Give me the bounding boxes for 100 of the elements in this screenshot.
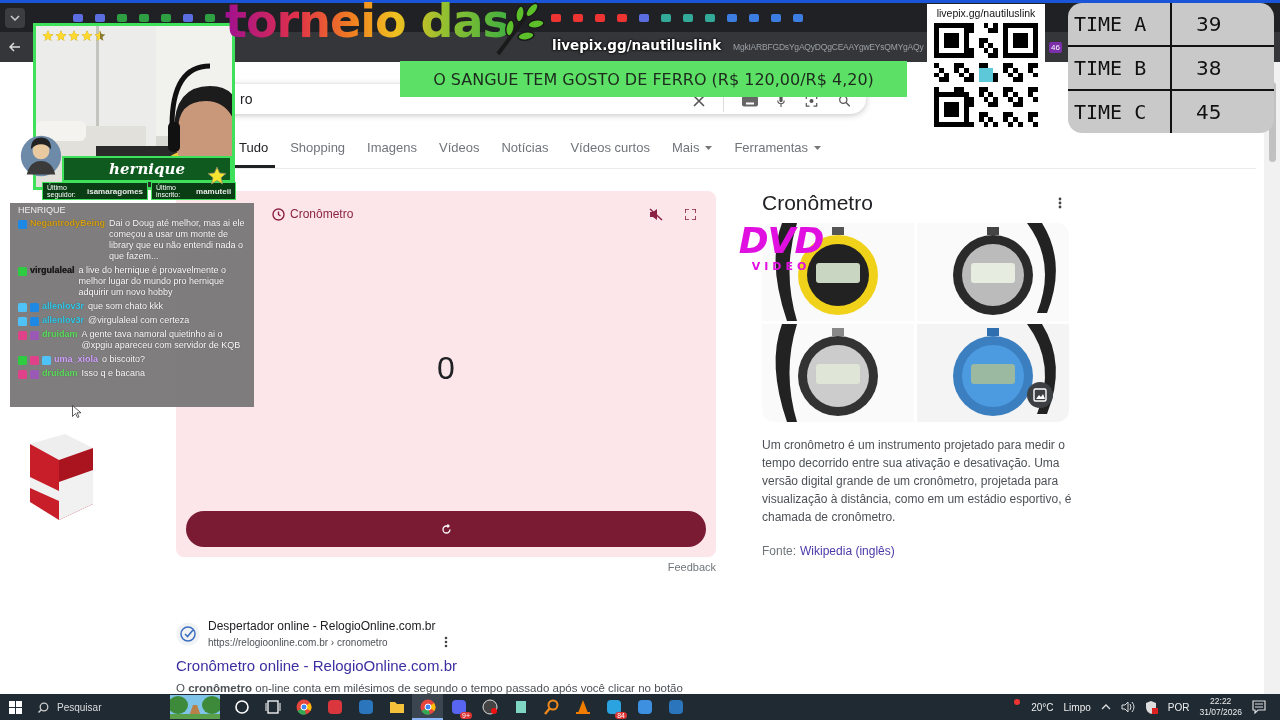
- language-indicator[interactable]: POR: [1167, 701, 1190, 713]
- weather-text[interactable]: Limpo: [1063, 701, 1091, 713]
- result-link[interactable]: Cronômetro online - RelogioOnline.com.br: [176, 657, 1264, 674]
- bookmark-icon[interactable]: [771, 13, 781, 22]
- panel-title: Cronômetro: [762, 191, 873, 215]
- bookmark-icon[interactable]: [639, 13, 649, 22]
- reset-icon: [440, 523, 452, 535]
- bookmark-icon[interactable]: [595, 13, 605, 22]
- chat-username: NegantrodyBeing: [30, 218, 105, 229]
- bookmark-icon[interactable]: [161, 13, 171, 22]
- feedback-link[interactable]: Feedback: [667, 561, 716, 573]
- donation-goal-banner: O SANGUE TEM GOSTO DE FERRO (R$ 120,00/R$ 4,20): [400, 61, 907, 97]
- search-icon[interactable]: [837, 95, 852, 107]
- windows-icon[interactable]: [9, 700, 22, 714]
- cursor-icon: [72, 405, 81, 418]
- speaker-icon[interactable]: [1120, 701, 1135, 713]
- tab-list-button[interactable]: [5, 7, 25, 28]
- more-icon[interactable]: [443, 636, 448, 648]
- chat-message: @virgulaleal com certeza: [88, 315, 191, 326]
- caret-icon: [814, 145, 822, 150]
- chat-username: uma_xiola: [54, 354, 99, 365]
- avatar-icon: [20, 134, 62, 178]
- close-icon[interactable]: [693, 95, 705, 107]
- bookmark-icon[interactable]: [183, 13, 193, 22]
- extension-badge[interactable]: 46: [1049, 41, 1062, 53]
- chat-header: HENRIQUE: [18, 205, 67, 215]
- bookmark-icon[interactable]: [661, 13, 671, 22]
- star-icon: [207, 166, 227, 186]
- chat-message: A gente tava namoral quietinho ai o @xpgiu apareceu com servidor de KQB: [81, 329, 242, 351]
- star-icon: [68, 30, 80, 42]
- bookmark-icon[interactable]: [683, 13, 693, 22]
- taskbar-app[interactable]: [412, 694, 443, 720]
- fullscreen-icon[interactable]: [685, 208, 696, 220]
- bookmark-icon[interactable]: [205, 13, 215, 22]
- bookmark-icon[interactable]: [705, 13, 715, 22]
- camera-icon[interactable]: [804, 95, 819, 107]
- result-snippet: O cronômetro on-line conta em milésimos de segundo o tempo passado após você clicar no botão: [176, 682, 684, 694]
- description-text: Um cronômetro é um instrumento projetado para medir o tempo decorrido entre sua ativação e desativação. Uma versão digital grande de um cronômetro, projetada para visualização à distância, como em um estádio esportivo, é chamada de cronômetro.: [762, 437, 1072, 526]
- chat-message: Dai o Doug até melhor, mas ai ele começou a usar um monte de library que eu não entendi nada o que fazem...: [109, 218, 246, 262]
- search-tab[interactable]: Ferramentas: [727, 134, 829, 168]
- folder-icon: [388, 699, 405, 715]
- image-gallery-icon[interactable]: [1027, 382, 1053, 408]
- taskbar-search-field[interactable]: Pesquisar: [57, 701, 147, 713]
- team-name: TIME A: [1068, 3, 1172, 45]
- search-tab[interactable]: Shopping: [283, 134, 353, 168]
- more-icon[interactable]: [1058, 197, 1062, 209]
- chat-message: a live do hernique é provavelmente o melhor lugar do mundo pro hernique adquirir um novo hobby: [78, 265, 228, 298]
- bookmark-icon[interactable]: [73, 13, 83, 22]
- star-icon: [81, 30, 93, 42]
- site-logo-icon: [176, 621, 200, 646]
- stopwatch-tab[interactable]: Cronômetro: [270, 203, 356, 225]
- circle-icon: [233, 699, 250, 715]
- bookmark-icon[interactable]: [551, 13, 561, 22]
- bookmark-icon[interactable]: [139, 13, 149, 22]
- temperature-text[interactable]: 20°C: [1031, 701, 1054, 713]
- star-icon: [42, 30, 54, 42]
- cone-icon: [574, 699, 591, 715]
- chevron-up-icon[interactable]: [1100, 704, 1111, 710]
- search-icon[interactable]: [38, 701, 49, 713]
- task-view-icon: [264, 699, 281, 715]
- bookmark-icon[interactable]: [793, 13, 803, 22]
- browser-icon: [295, 699, 312, 715]
- mute-icon[interactable]: [649, 207, 663, 221]
- clock-icon: [272, 207, 285, 221]
- stopwatch-display: 0: [437, 349, 455, 387]
- notifications-icon[interactable]: [1252, 700, 1266, 714]
- site-name: Despertador online - RelogioOnline.com.br: [208, 619, 437, 633]
- result-url: https://relogioonline.com.br › cronometro: [208, 636, 388, 648]
- url-text[interactable]: MgkIARBFGDsYgAQyDQgCEAAYgwEYsQMYgAQy: [733, 42, 924, 52]
- back-icon[interactable]: [9, 42, 21, 52]
- streamer-name: hernique: [62, 156, 232, 182]
- chat-username: druidam: [42, 329, 78, 340]
- search-tab[interactable]: Mais: [664, 134, 720, 168]
- star-icon: [94, 30, 106, 42]
- source-label: Fonte:: [762, 544, 797, 558]
- team-name: TIME B: [1068, 47, 1172, 89]
- magnifier-icon: [543, 699, 560, 715]
- clock[interactable]: 22:22 31/07/2026: [1199, 696, 1242, 718]
- search-tab[interactable]: Notícias: [494, 134, 556, 168]
- bookmark-icon[interactable]: [573, 13, 583, 22]
- bookmark-icon[interactable]: [749, 13, 759, 22]
- bookmark-icon[interactable]: [617, 13, 627, 22]
- shield-icon[interactable]: [1144, 700, 1158, 714]
- bookmark-icon[interactable]: [95, 13, 105, 22]
- source-link[interactable]: Wikipedia (inglês): [800, 544, 895, 558]
- team-score: 45: [1195, 100, 1223, 124]
- search-tab[interactable]: Imagens: [360, 134, 424, 168]
- chat-username: allenlov3r: [42, 301, 85, 312]
- app-icon: [326, 699, 343, 715]
- chat-badge-icon: [18, 266, 27, 276]
- bookmark-icon[interactable]: [727, 13, 737, 22]
- team-score: 38: [1195, 56, 1223, 80]
- bookmark-icon[interactable]: [117, 13, 127, 22]
- follower-name: isamaragomes: [87, 186, 144, 196]
- search-tab[interactable]: Vídeos curtos: [563, 134, 657, 168]
- microphone-icon[interactable]: [776, 95, 786, 107]
- search-tab[interactable]: Vídeos: [432, 134, 487, 168]
- chat-username: virgulaleal: [30, 265, 75, 276]
- chat-message: Isso q e bacana: [81, 368, 147, 379]
- browser-icon: [419, 699, 436, 715]
